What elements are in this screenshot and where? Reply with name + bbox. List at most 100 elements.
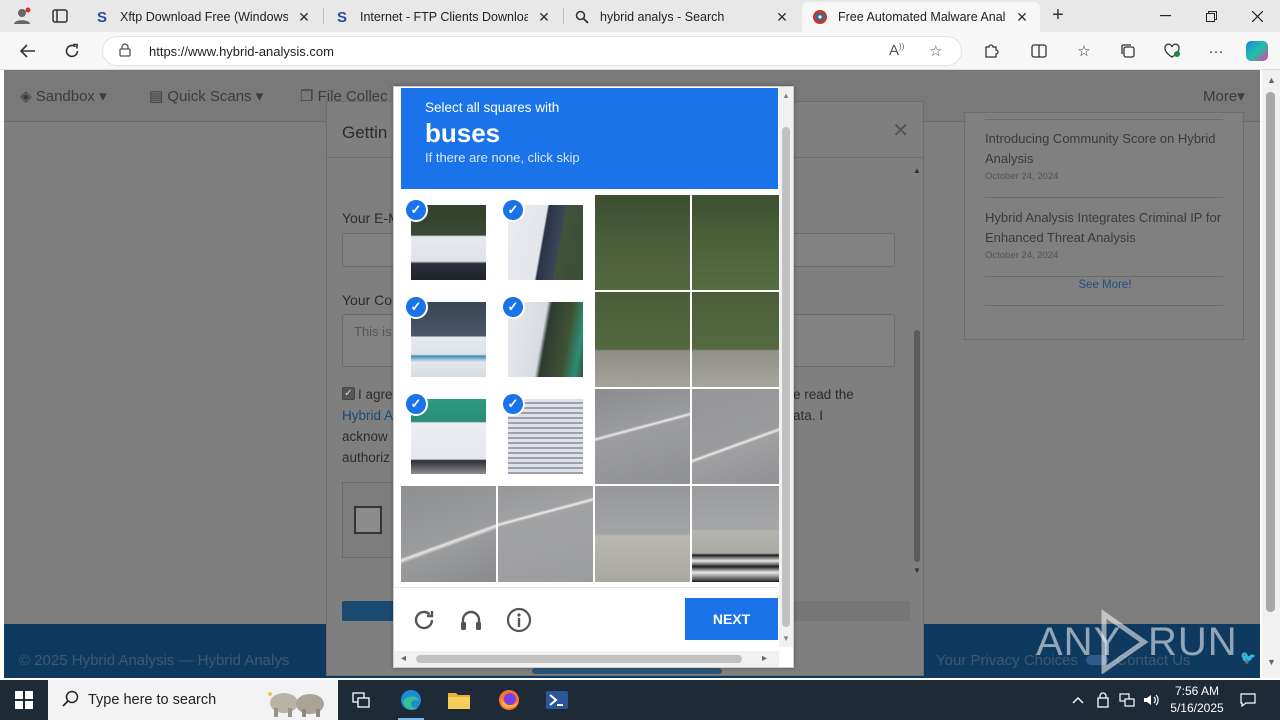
image-tile[interactable] [595, 389, 690, 484]
close-tab-icon[interactable]: ✕ [536, 9, 552, 26]
notifications-icon[interactable] [1236, 680, 1260, 720]
split-screen-icon[interactable] [1027, 40, 1051, 62]
terms-link[interactable]: Hybrid A [342, 405, 393, 426]
file-explorer-icon[interactable] [436, 680, 482, 720]
challenge-horizontal-scrollbar[interactable]: ◂ ▸ [394, 651, 779, 667]
extensions-icon[interactable] [979, 40, 1003, 62]
reload-icon[interactable] [410, 606, 438, 634]
scroll-down-icon[interactable]: ▼ [782, 634, 790, 643]
image-tile[interactable] [595, 195, 690, 290]
favorite-star-icon[interactable]: ☆ [929, 42, 942, 60]
scroll-left-icon[interactable]: ◂ [401, 653, 406, 664]
nav-sandbox[interactable]: ◈ Sandbox ▾ [20, 87, 107, 105]
copilot-icon[interactable] [1246, 41, 1268, 61]
restore-button[interactable] [1188, 0, 1234, 32]
image-tile[interactable]: ✓ [401, 389, 496, 484]
tab-ftp-clients[interactable]: S Internet - FTP Clients Downloads ✕ [324, 2, 562, 32]
twitter-icon[interactable]: 🐦 [1240, 650, 1256, 666]
start-button[interactable] [0, 680, 48, 720]
scroll-down-icon[interactable]: ▼ [1267, 657, 1276, 667]
windows-logo-icon [15, 691, 33, 709]
scrollbar-thumb[interactable] [914, 330, 920, 562]
close-window-button[interactable] [1234, 0, 1280, 32]
collections-icon[interactable] [1116, 40, 1140, 62]
favorites-icon[interactable]: ☆ [1072, 40, 1096, 62]
scroll-up-icon[interactable]: ▲ [782, 91, 790, 100]
image-tile[interactable]: ✓ [498, 389, 593, 484]
nav-quick-scans[interactable]: ▤ Quick Scans ▾ [149, 87, 263, 105]
security-tray-icon[interactable] [1092, 680, 1114, 720]
close-tab-icon[interactable]: ✕ [1014, 9, 1030, 26]
watermark-run: RUN [1148, 620, 1238, 664]
image-tile[interactable]: ✓ [401, 292, 496, 387]
email-label: Your E-M [342, 210, 400, 226]
back-button[interactable] [14, 37, 42, 65]
image-tile[interactable] [595, 486, 690, 582]
tab-search[interactable]: hybrid analys - Search ✕ [564, 2, 800, 32]
close-icon[interactable]: ✕ [892, 118, 909, 143]
profile-icon[interactable] [8, 4, 36, 28]
image-tile[interactable]: ✓ [498, 292, 593, 387]
scrollbar-thumb[interactable] [782, 127, 790, 627]
news-item[interactable]: Hybrid Analysis Integrates Criminal IP f… [985, 208, 1225, 261]
horizontal-scrollbar-thumb[interactable] [532, 668, 722, 674]
scroll-down-icon[interactable]: ▼ [913, 566, 921, 575]
scrollbar-thumb[interactable] [416, 655, 742, 663]
volume-icon[interactable] [1140, 680, 1162, 720]
see-more-link[interactable]: See More! [965, 279, 1245, 291]
nav-more[interactable]: More▾ [1203, 87, 1245, 105]
image-tile[interactable]: ✓ [401, 195, 496, 290]
news-title[interactable]: Hybrid Analysis Integrates Criminal IP f… [985, 208, 1225, 248]
info-icon[interactable] [505, 606, 533, 634]
agree-checkbox[interactable]: ✓ [342, 387, 355, 400]
image-tile[interactable] [692, 486, 779, 582]
image-tile[interactable]: ✓ [498, 195, 593, 290]
scroll-right-icon[interactable]: ▸ [762, 653, 767, 664]
show-hidden-icons[interactable] [1068, 680, 1088, 720]
challenge-vertical-scrollbar[interactable]: ▲ ▼ [779, 87, 793, 647]
tab-actions-icon[interactable] [46, 4, 74, 28]
news-item[interactable]: Introducing Community Score on Hybrid An… [985, 129, 1225, 182]
taskbar-search[interactable]: Type here to search [48, 680, 338, 720]
url-text[interactable]: https://www.hybrid-analysis.com [149, 44, 334, 59]
page-scrollbar[interactable]: ▲ ▼ [1262, 70, 1280, 678]
image-tile[interactable] [595, 292, 690, 387]
scrollbar-thumb[interactable] [1266, 92, 1275, 612]
image-tile[interactable] [498, 486, 593, 582]
cancel-button[interactable] [793, 601, 910, 621]
scroll-up-icon[interactable]: ▲ [913, 166, 921, 175]
url-field[interactable]: https://www.hybrid-analysis.com A)) ☆ [102, 36, 962, 66]
minimize-button[interactable] [1142, 0, 1188, 32]
powershell-icon[interactable] [534, 680, 580, 720]
lock-icon[interactable] [119, 43, 131, 60]
modal-scrollbar[interactable]: ▲ ▼ [912, 164, 924, 576]
recaptcha-checkbox[interactable] [354, 506, 382, 534]
search-placeholder: Type here to search [88, 692, 217, 708]
close-tab-icon[interactable]: ✕ [774, 9, 790, 26]
image-tile[interactable] [692, 292, 779, 387]
agree-text-1a: I agre [358, 387, 393, 402]
scroll-up-icon[interactable]: ▲ [1267, 75, 1276, 85]
network-icon[interactable] [1116, 680, 1138, 720]
image-tile[interactable] [692, 389, 779, 484]
settings-more-icon[interactable]: ··· [1204, 40, 1228, 62]
task-view-icon[interactable] [338, 680, 384, 720]
edge-taskbar-icon[interactable] [388, 680, 434, 720]
read-aloud-icon[interactable]: A)) [889, 42, 904, 59]
system-clock[interactable]: 7:56 AM 5/16/2025 [1162, 683, 1232, 717]
search-highlight-elephants-icon [268, 692, 324, 717]
new-tab-button[interactable]: + [1046, 4, 1070, 28]
audio-challenge-icon[interactable] [457, 606, 485, 634]
news-title[interactable]: Introducing Community Score on Hybrid An… [985, 129, 1225, 169]
firefox-icon[interactable] [486, 680, 532, 720]
close-tab-icon[interactable]: ✕ [296, 9, 312, 26]
tab-hybrid-analysis[interactable]: Free Automated Malware Analysi ✕ [802, 2, 1040, 32]
refresh-button[interactable] [58, 37, 86, 65]
image-tile[interactable] [692, 195, 779, 290]
tab-xftp[interactable]: S Xftp Download Free (Windows) - ✕ [84, 2, 322, 32]
next-button[interactable]: NEXT [685, 598, 778, 640]
browser-essentials-icon[interactable] [1160, 40, 1184, 62]
footer-copyright: © 2025 Hybrid Analysis — Hybrid Analys [19, 652, 290, 669]
submit-button[interactable] [342, 601, 398, 621]
image-tile[interactable] [401, 486, 496, 582]
